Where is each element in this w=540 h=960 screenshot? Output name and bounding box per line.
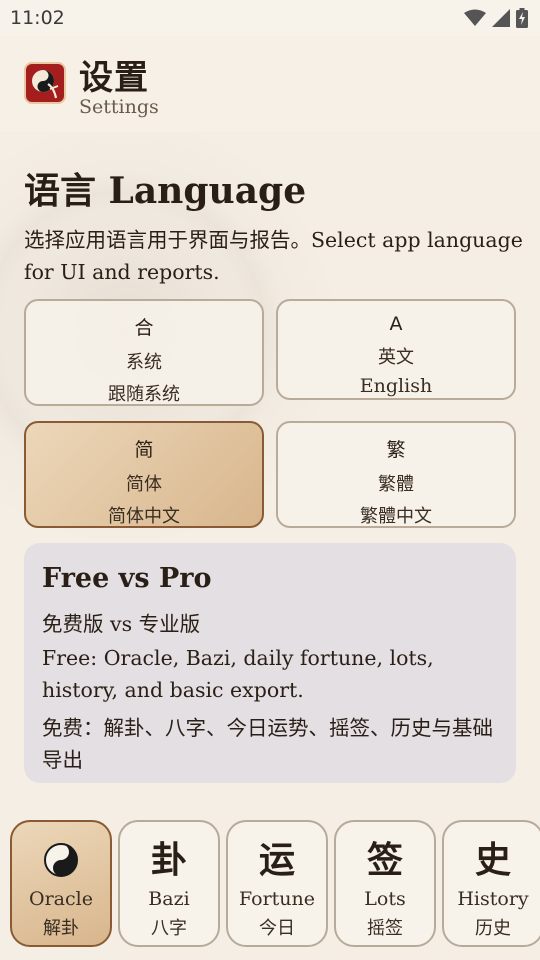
language-option-glyph: 简 (134, 439, 154, 461)
language-option-native: English (359, 375, 433, 397)
nav-label: Lots (364, 888, 406, 910)
bazi-icon: 卦 (150, 839, 187, 881)
page-subtitle: Settings (79, 96, 159, 118)
nav-tab-lots[interactable]: 签 Lots 摇签 (334, 820, 436, 947)
battery-charging-icon (516, 8, 528, 28)
free-vs-pro-card: Free vs Pro 免费版 vs 专业版 Free: Oracle, Baz… (24, 543, 516, 783)
fortune-icon: 运 (258, 839, 295, 881)
wifi-icon (464, 9, 486, 26)
nav-sublabel: 解卦 (43, 918, 79, 939)
free-features-en: Free: Oracle, Bazi, daily fortune, lots,… (42, 646, 434, 702)
language-option-name: 系统 (126, 352, 162, 373)
status-bar: 11:02 (0, 0, 540, 36)
language-option-name: 繁體 (378, 474, 414, 495)
language-option-native: 跟随系统 (108, 384, 180, 405)
signal-icon (492, 9, 510, 27)
nav-sublabel: 八字 (151, 918, 187, 939)
app-logo-icon (24, 62, 66, 104)
language-section-title: 语言 Language (24, 170, 307, 212)
settings-content[interactable]: 语言 Language 选择应用语言用于界面与报告。Select app lan… (0, 132, 540, 808)
nav-tab-history[interactable]: 史 History 历史 (442, 820, 540, 947)
bottom-nav: Oracle 解卦 卦 Bazi 八字 运 Fortune 今日 签 Lots … (0, 808, 540, 960)
app-header: 设置 Settings (0, 36, 540, 132)
nav-tab-fortune[interactable]: 运 Fortune 今日 (226, 820, 328, 947)
language-option-name: 英文 (378, 347, 414, 368)
language-option-traditional[interactable]: 繁 繁體 繁體中文 (276, 421, 516, 528)
nav-tab-oracle[interactable]: Oracle 解卦 (10, 820, 112, 947)
language-option-native: 繁體中文 (360, 506, 432, 527)
nav-label: Oracle (29, 888, 93, 910)
language-option-english[interactable]: A 英文 English (276, 299, 516, 400)
nav-tab-bazi[interactable]: 卦 Bazi 八字 (118, 820, 220, 947)
nav-label: History (457, 888, 529, 910)
nav-sublabel: 历史 (475, 918, 511, 939)
language-option-simplified[interactable]: 简 简体 简体中文 (24, 421, 264, 528)
status-time: 11:02 (10, 7, 65, 29)
language-option-glyph: 合 (134, 317, 154, 339)
language-option-glyph: 繁 (386, 439, 406, 461)
nav-sublabel: 摇签 (367, 918, 403, 939)
language-option-name: 简体 (126, 474, 162, 495)
language-option-glyph: A (389, 313, 403, 335)
nav-sublabel: 今日 (259, 918, 295, 939)
language-option-system[interactable]: 合 系统 跟随系统 (24, 299, 264, 406)
nav-label: Bazi (148, 888, 190, 910)
free-features-zh: 免费：解卦、八字、今日运势、摇签、历史与基础导出 (42, 716, 493, 772)
status-icons (464, 8, 528, 28)
nav-label: Fortune (238, 888, 316, 910)
free-vs-pro-subtitle: 免费版 vs 专业版 (42, 612, 201, 636)
lots-icon: 签 (366, 839, 403, 881)
history-icon: 史 (474, 839, 511, 881)
free-vs-pro-title: Free vs Pro (42, 563, 212, 594)
yin-yang-icon (12, 838, 110, 882)
language-option-native: 简体中文 (108, 506, 180, 527)
language-section-description: 选择应用语言用于界面与报告。Select app language for UI… (24, 228, 523, 284)
page-title: 设置 (79, 58, 149, 98)
